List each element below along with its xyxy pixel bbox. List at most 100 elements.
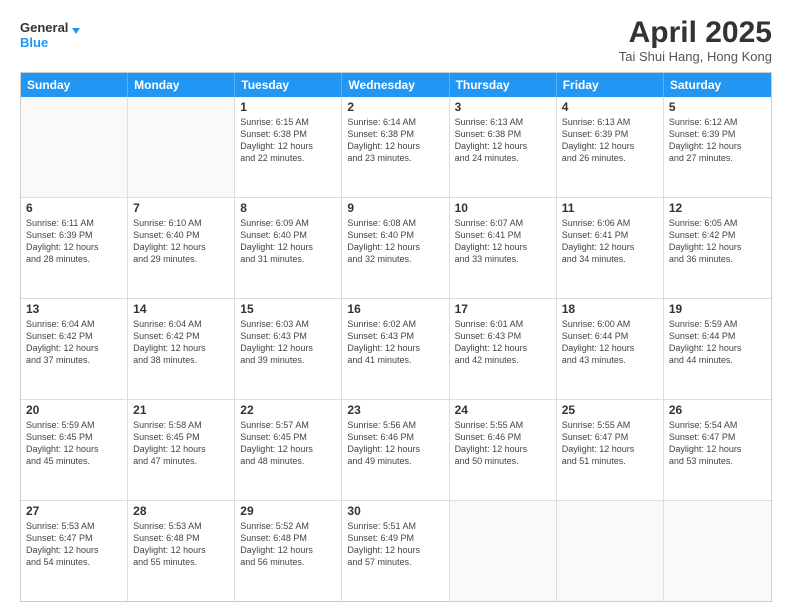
sunset-line: Sunset: 6:42 PM <box>26 330 122 342</box>
daylight-line: Daylight: 12 hours <box>347 342 443 354</box>
header-day-thursday: Thursday <box>450 73 557 97</box>
sunrise-line: Sunrise: 5:53 AM <box>133 520 229 532</box>
day-number: 29 <box>240 504 336 518</box>
daylight-minutes-line: and 32 minutes. <box>347 253 443 265</box>
sunset-line: Sunset: 6:42 PM <box>133 330 229 342</box>
daylight-minutes-line: and 54 minutes. <box>26 556 122 568</box>
page: General Blue April 2025 Tai Shui Hang, H… <box>0 0 792 612</box>
calendar-cell: 13 Sunrise: 6:04 AM Sunset: 6:42 PM Dayl… <box>21 299 128 399</box>
sunrise-line: Sunrise: 5:55 AM <box>455 419 551 431</box>
calendar-cell: 3 Sunrise: 6:13 AM Sunset: 6:38 PM Dayli… <box>450 97 557 197</box>
sunrise-line: Sunrise: 6:02 AM <box>347 318 443 330</box>
sunset-line: Sunset: 6:43 PM <box>347 330 443 342</box>
calendar-cell: 8 Sunrise: 6:09 AM Sunset: 6:40 PM Dayli… <box>235 198 342 298</box>
day-number: 23 <box>347 403 443 417</box>
sunset-line: Sunset: 6:43 PM <box>240 330 336 342</box>
daylight-minutes-line: and 26 minutes. <box>562 152 658 164</box>
day-number: 26 <box>669 403 766 417</box>
sunrise-line: Sunrise: 6:11 AM <box>26 217 122 229</box>
daylight-minutes-line: and 34 minutes. <box>562 253 658 265</box>
calendar-cell: 25 Sunrise: 5:55 AM Sunset: 6:47 PM Dayl… <box>557 400 664 500</box>
svg-text:Blue: Blue <box>20 35 48 50</box>
calendar-cell: 29 Sunrise: 5:52 AM Sunset: 6:48 PM Dayl… <box>235 501 342 601</box>
sunset-line: Sunset: 6:40 PM <box>133 229 229 241</box>
calendar-cell <box>450 501 557 601</box>
sunset-line: Sunset: 6:42 PM <box>669 229 766 241</box>
day-number: 7 <box>133 201 229 215</box>
calendar-cell: 2 Sunrise: 6:14 AM Sunset: 6:38 PM Dayli… <box>342 97 449 197</box>
sunset-line: Sunset: 6:44 PM <box>669 330 766 342</box>
daylight-line: Daylight: 12 hours <box>347 544 443 556</box>
daylight-line: Daylight: 12 hours <box>455 241 551 253</box>
daylight-minutes-line: and 42 minutes. <box>455 354 551 366</box>
day-number: 24 <box>455 403 551 417</box>
daylight-line: Daylight: 12 hours <box>347 443 443 455</box>
daylight-line: Daylight: 12 hours <box>240 443 336 455</box>
calendar-cell: 19 Sunrise: 5:59 AM Sunset: 6:44 PM Dayl… <box>664 299 771 399</box>
calendar-cell: 4 Sunrise: 6:13 AM Sunset: 6:39 PM Dayli… <box>557 97 664 197</box>
sunrise-line: Sunrise: 5:52 AM <box>240 520 336 532</box>
daylight-minutes-line: and 41 minutes. <box>347 354 443 366</box>
calendar-body: 1 Sunrise: 6:15 AM Sunset: 6:38 PM Dayli… <box>21 97 771 601</box>
day-number: 16 <box>347 302 443 316</box>
daylight-line: Daylight: 12 hours <box>133 443 229 455</box>
header-day-tuesday: Tuesday <box>235 73 342 97</box>
sunrise-line: Sunrise: 6:04 AM <box>26 318 122 330</box>
sunset-line: Sunset: 6:43 PM <box>455 330 551 342</box>
daylight-minutes-line: and 23 minutes. <box>347 152 443 164</box>
daylight-line: Daylight: 12 hours <box>562 342 658 354</box>
daylight-line: Daylight: 12 hours <box>669 342 766 354</box>
day-number: 27 <box>26 504 122 518</box>
day-number: 6 <box>26 201 122 215</box>
sunrise-line: Sunrise: 6:12 AM <box>669 116 766 128</box>
sunset-line: Sunset: 6:49 PM <box>347 532 443 544</box>
sunset-line: Sunset: 6:41 PM <box>455 229 551 241</box>
day-number: 20 <box>26 403 122 417</box>
daylight-minutes-line: and 48 minutes. <box>240 455 336 467</box>
calendar: SundayMondayTuesdayWednesdayThursdayFrid… <box>20 72 772 602</box>
sunrise-line: Sunrise: 5:59 AM <box>669 318 766 330</box>
daylight-line: Daylight: 12 hours <box>669 241 766 253</box>
daylight-line: Daylight: 12 hours <box>562 443 658 455</box>
calendar-cell: 1 Sunrise: 6:15 AM Sunset: 6:38 PM Dayli… <box>235 97 342 197</box>
daylight-minutes-line: and 24 minutes. <box>455 152 551 164</box>
calendar-cell: 24 Sunrise: 5:55 AM Sunset: 6:46 PM Dayl… <box>450 400 557 500</box>
daylight-line: Daylight: 12 hours <box>562 140 658 152</box>
sunset-line: Sunset: 6:39 PM <box>562 128 658 140</box>
calendar-cell: 17 Sunrise: 6:01 AM Sunset: 6:43 PM Dayl… <box>450 299 557 399</box>
calendar-week-2: 6 Sunrise: 6:11 AM Sunset: 6:39 PM Dayli… <box>21 198 771 299</box>
daylight-line: Daylight: 12 hours <box>240 342 336 354</box>
calendar-cell: 27 Sunrise: 5:53 AM Sunset: 6:47 PM Dayl… <box>21 501 128 601</box>
daylight-minutes-line: and 49 minutes. <box>347 455 443 467</box>
day-number: 12 <box>669 201 766 215</box>
calendar-cell: 7 Sunrise: 6:10 AM Sunset: 6:40 PM Dayli… <box>128 198 235 298</box>
day-number: 1 <box>240 100 336 114</box>
sunrise-line: Sunrise: 5:57 AM <box>240 419 336 431</box>
day-number: 14 <box>133 302 229 316</box>
sunrise-line: Sunrise: 6:09 AM <box>240 217 336 229</box>
calendar-cell: 12 Sunrise: 6:05 AM Sunset: 6:42 PM Dayl… <box>664 198 771 298</box>
calendar-cell: 23 Sunrise: 5:56 AM Sunset: 6:46 PM Dayl… <box>342 400 449 500</box>
sunrise-line: Sunrise: 6:13 AM <box>562 116 658 128</box>
calendar-cell <box>557 501 664 601</box>
header: General Blue April 2025 Tai Shui Hang, H… <box>20 16 772 64</box>
daylight-line: Daylight: 12 hours <box>240 544 336 556</box>
calendar-cell: 9 Sunrise: 6:08 AM Sunset: 6:40 PM Dayli… <box>342 198 449 298</box>
calendar-cell: 28 Sunrise: 5:53 AM Sunset: 6:48 PM Dayl… <box>128 501 235 601</box>
daylight-minutes-line: and 29 minutes. <box>133 253 229 265</box>
sunset-line: Sunset: 6:39 PM <box>26 229 122 241</box>
sunset-line: Sunset: 6:45 PM <box>26 431 122 443</box>
day-number: 25 <box>562 403 658 417</box>
daylight-line: Daylight: 12 hours <box>26 241 122 253</box>
location-subtitle: Tai Shui Hang, Hong Kong <box>619 49 772 64</box>
sunset-line: Sunset: 6:38 PM <box>240 128 336 140</box>
sunrise-line: Sunrise: 5:53 AM <box>26 520 122 532</box>
calendar-cell: 20 Sunrise: 5:59 AM Sunset: 6:45 PM Dayl… <box>21 400 128 500</box>
svg-text:General: General <box>20 20 68 35</box>
logo: General Blue <box>20 16 80 56</box>
header-day-friday: Friday <box>557 73 664 97</box>
daylight-minutes-line: and 33 minutes. <box>455 253 551 265</box>
calendar-cell: 10 Sunrise: 6:07 AM Sunset: 6:41 PM Dayl… <box>450 198 557 298</box>
day-number: 2 <box>347 100 443 114</box>
day-number: 8 <box>240 201 336 215</box>
